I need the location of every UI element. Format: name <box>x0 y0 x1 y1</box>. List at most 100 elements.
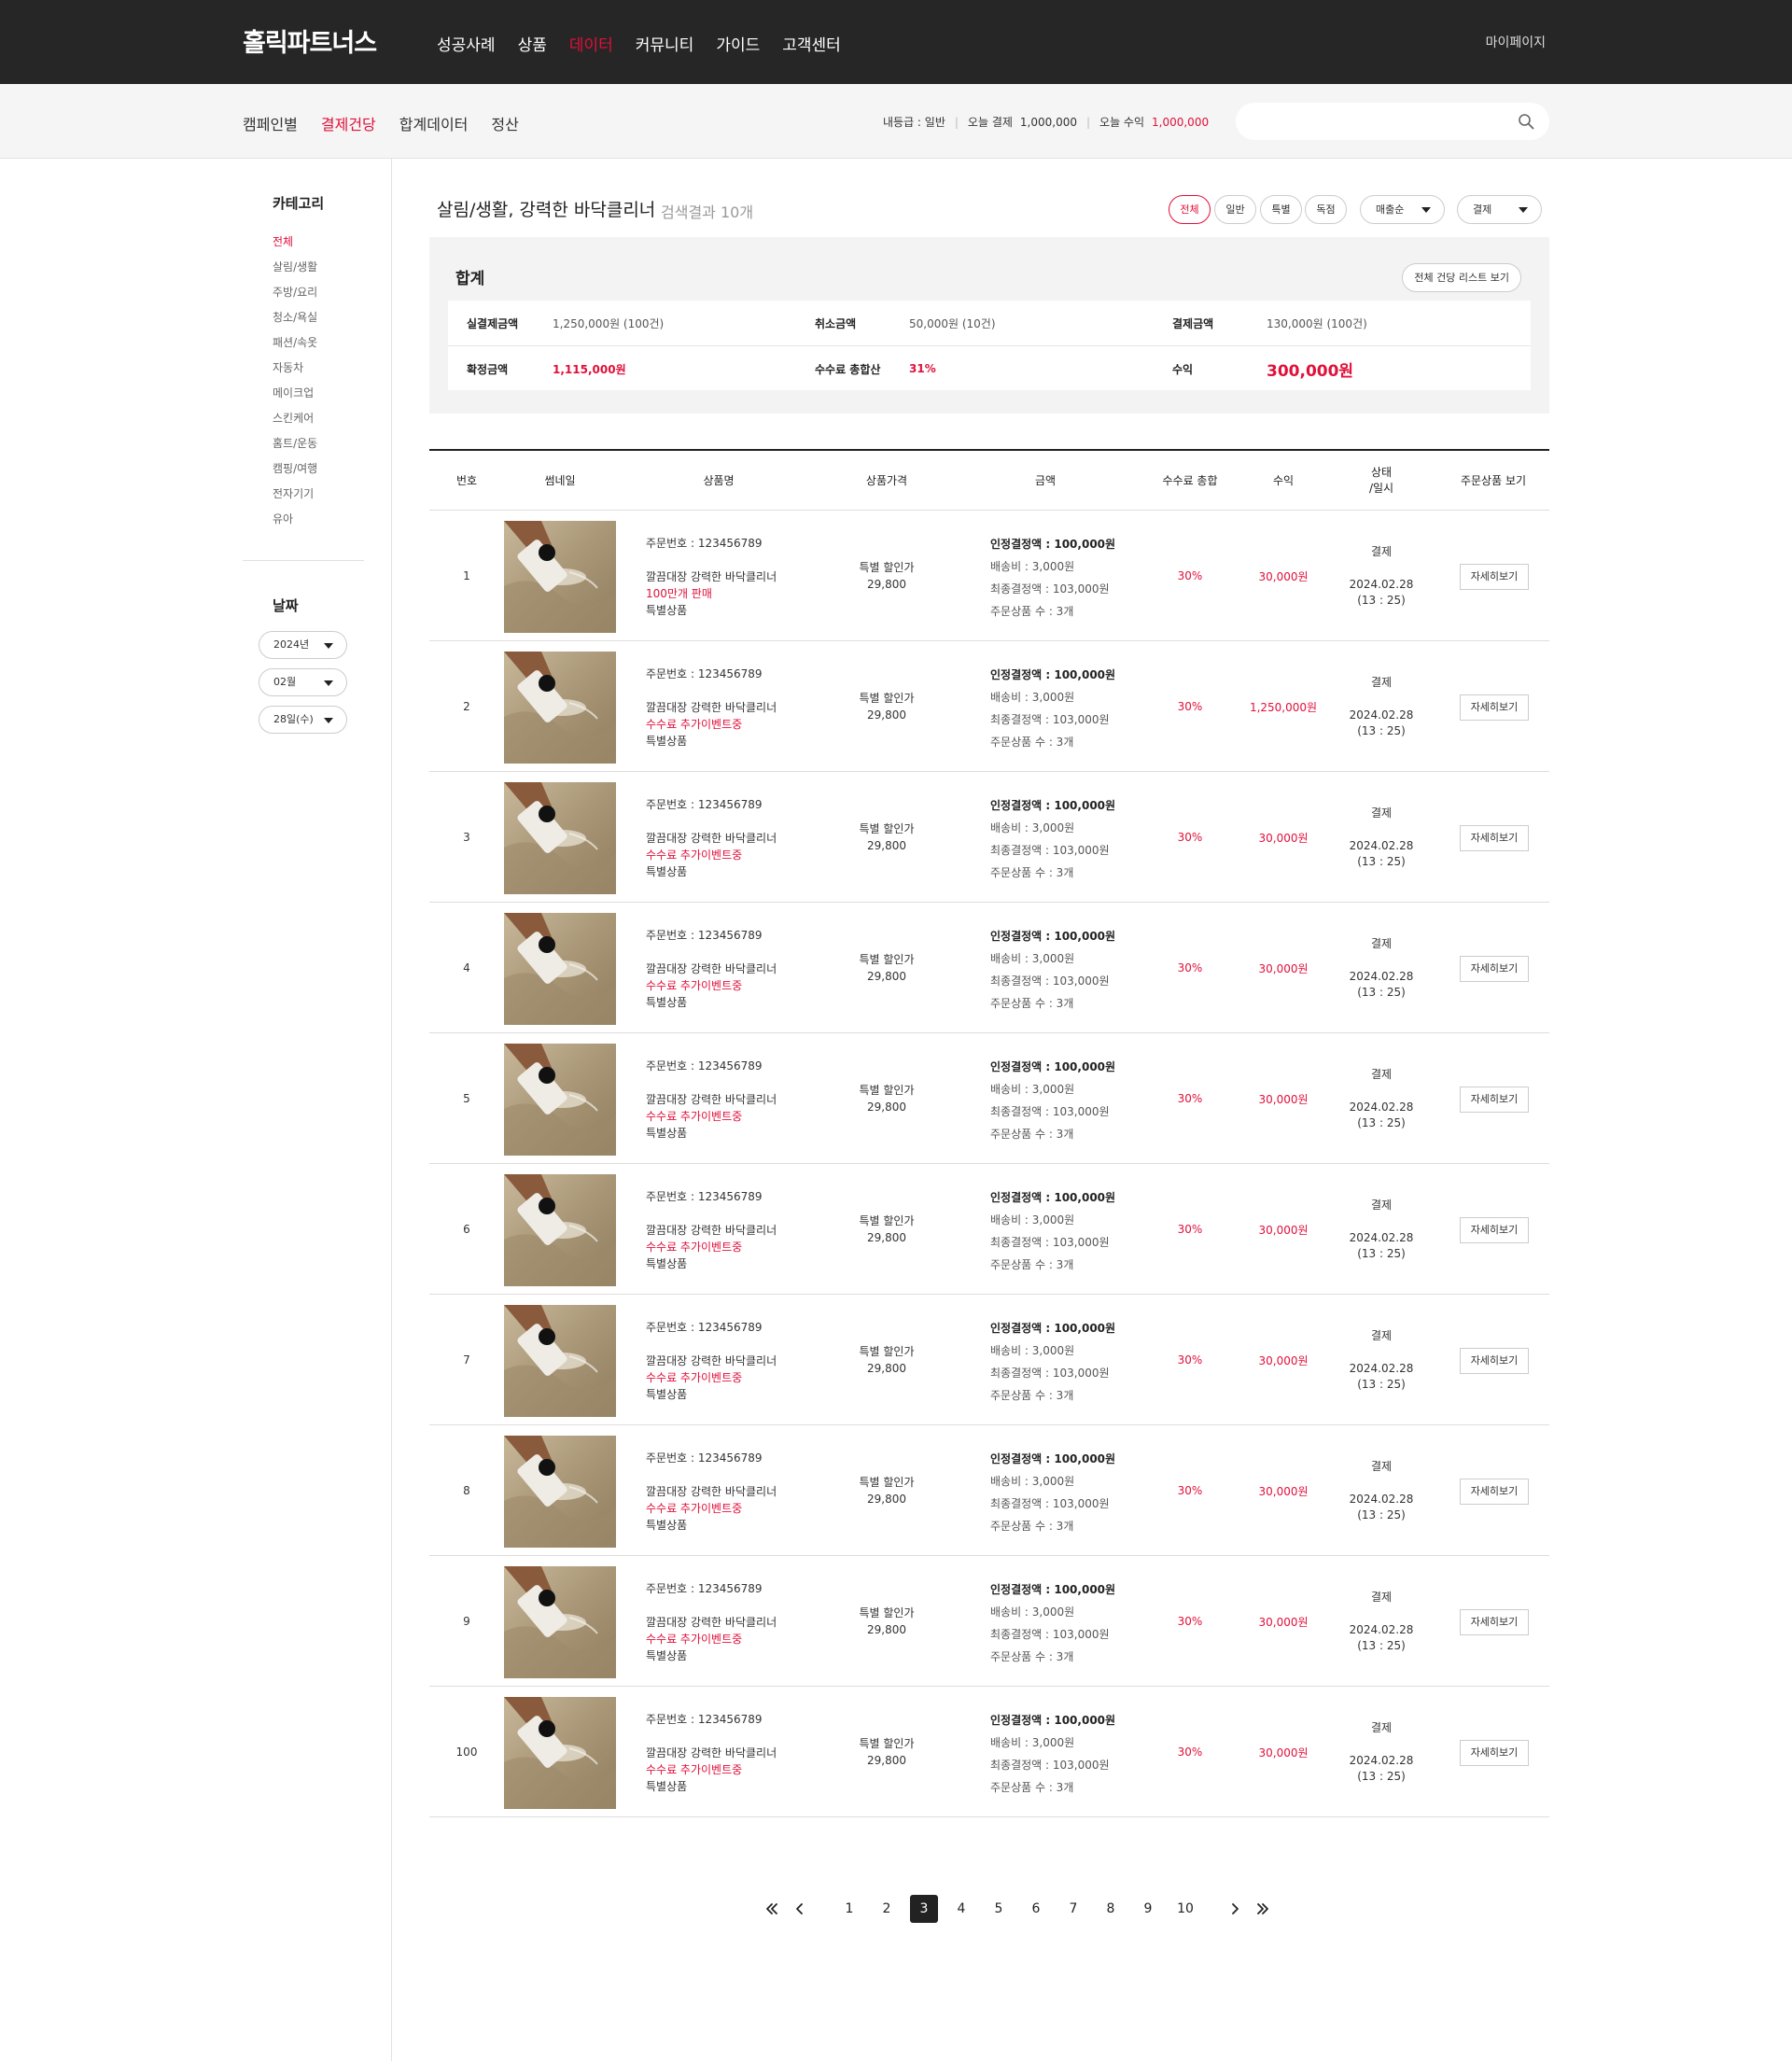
page-number[interactable]: 1 <box>835 1895 863 1923</box>
detail-button[interactable]: 자세히보기 <box>1460 1609 1529 1635</box>
filter-chip[interactable]: 특별 <box>1260 195 1302 224</box>
double-chevron-right-icon[interactable] <box>1249 1895 1277 1923</box>
page-number[interactable]: 4 <box>947 1895 975 1923</box>
search-icon[interactable] <box>1518 113 1534 130</box>
sidebar-item-category[interactable]: 홈트/운동 <box>273 435 317 460</box>
filter-chip[interactable]: 일반 <box>1214 195 1256 224</box>
product-price: 특별 할인가 29,800 <box>821 1425 952 1556</box>
detail-button[interactable]: 자세히보기 <box>1460 1740 1529 1766</box>
nav-item[interactable]: 성공사례 <box>437 32 496 55</box>
product-info: 주문번호 : 123456789 깔끔대장 강력한 바닥클리너 100만개 판매 특별… <box>646 535 777 619</box>
product-thumbnail[interactable] <box>504 1436 616 1548</box>
status-value: 결제 <box>1473 203 1492 216</box>
order-quantity: 주문상품 수 : 3개 <box>990 605 1074 618</box>
filter-chip[interactable]: 전체 <box>1169 195 1211 224</box>
nav-item[interactable]: 커뮤니티 <box>636 32 694 55</box>
status-time: (13 : 25) <box>1357 593 1406 607</box>
view-all-button[interactable]: 전체 건당 리스트 보기 <box>1402 263 1521 292</box>
product-thumbnail[interactable] <box>504 652 616 764</box>
price-wrap: 특별 할인가 29,800 <box>859 1213 914 1246</box>
subnav-tab[interactable]: 결제건당 <box>321 112 376 134</box>
subnav-tab[interactable]: 정산 <box>491 112 518 134</box>
nav-item[interactable]: 상품 <box>518 32 547 55</box>
status-time: (13 : 25) <box>1357 1638 1406 1652</box>
month-select[interactable]: 02월 <box>259 668 347 696</box>
status-info: 결제 2024.02.28 (13 : 25) <box>1325 511 1437 641</box>
page-number[interactable]: 3 <box>910 1895 938 1923</box>
subnav-tab[interactable]: 캠페인별 <box>243 112 298 134</box>
sidebar-item-category[interactable]: 캠핑/여행 <box>273 460 317 485</box>
sidebar-item-category[interactable]: 청소/욕실 <box>273 309 317 334</box>
detail-button[interactable]: 자세히보기 <box>1460 564 1529 590</box>
product-thumbnail[interactable] <box>504 1305 616 1417</box>
approved-label: 인정결정액 : <box>990 1191 1055 1204</box>
product-thumbnail[interactable] <box>504 1566 616 1678</box>
product-thumbnail-image <box>504 1044 616 1156</box>
page-number[interactable]: 10 <box>1171 1895 1199 1923</box>
product-name[interactable]: 깔끔대장 강력한 바닥클리너 <box>646 830 777 847</box>
product-name[interactable]: 깔끔대장 강력한 바닥클리너 <box>646 1614 777 1631</box>
price-value: 29,800 <box>866 1231 906 1244</box>
mypage-link[interactable]: 마이페이지 <box>1486 33 1546 51</box>
page-number[interactable]: 9 <box>1134 1895 1162 1923</box>
detail-button[interactable]: 자세히보기 <box>1460 1087 1529 1113</box>
sidebar-item-category[interactable]: 전자기기 <box>273 485 317 511</box>
sort-select[interactable]: 매출순 <box>1360 195 1445 224</box>
page-number[interactable]: 5 <box>985 1895 1013 1923</box>
sidebar-item-category[interactable]: 살림/생활 <box>273 259 317 284</box>
product-name[interactable]: 깔끔대장 강력한 바닥클리너 <box>646 699 777 716</box>
page-number[interactable]: 2 <box>873 1895 901 1923</box>
sidebar-item-category[interactable]: 자동차 <box>273 359 317 385</box>
product-thumbnail[interactable] <box>504 521 616 633</box>
sidebar-item-category[interactable]: 유아 <box>273 511 317 536</box>
product-thumbnail[interactable] <box>504 1044 616 1156</box>
product-name[interactable]: 깔끔대장 강력한 바닥클리너 <box>646 1091 777 1108</box>
day-select[interactable]: 28일(수) <box>259 706 347 734</box>
detail-button[interactable]: 자세히보기 <box>1460 694 1529 721</box>
detail-button[interactable]: 자세히보기 <box>1460 1348 1529 1374</box>
product-name[interactable]: 깔끔대장 강력한 바닥클리너 <box>646 568 777 585</box>
sidebar-item-category[interactable]: 전체 <box>273 233 317 259</box>
product-name[interactable]: 깔끔대장 강력한 바닥클리너 <box>646 1353 777 1369</box>
year-select[interactable]: 2024년 <box>259 631 347 659</box>
nav-item[interactable]: 가이드 <box>716 32 760 55</box>
approved-amount: 인정결정액 : 100,000원 <box>990 1709 1115 1732</box>
page-number[interactable]: 6 <box>1022 1895 1050 1923</box>
product-thumbnail-image <box>504 1566 616 1678</box>
chevron-right-icon[interactable] <box>1221 1895 1249 1923</box>
order-number: 주문번호 : 123456789 <box>646 1451 763 1465</box>
logo[interactable]: 홀릭파트너스 <box>243 22 377 59</box>
search-input[interactable] <box>1236 103 1497 140</box>
nav-item[interactable]: 데이터 <box>569 32 613 55</box>
detail-button[interactable]: 자세히보기 <box>1460 1479 1529 1505</box>
product-name[interactable]: 깔끔대장 강력한 바닥클리너 <box>646 960 777 977</box>
product-thumbnail[interactable] <box>504 1174 616 1286</box>
product-thumbnail[interactable] <box>504 782 616 894</box>
product-thumbnail[interactable] <box>504 1697 616 1809</box>
page-number[interactable]: 7 <box>1059 1895 1087 1923</box>
product-thumbnail-image <box>504 782 616 894</box>
nav-item[interactable]: 고객센터 <box>782 32 841 55</box>
detail-button[interactable]: 자세히보기 <box>1460 825 1529 851</box>
sidebar-item-category[interactable]: 주방/요리 <box>273 284 317 309</box>
order-quantity: 주문상품 수 : 3개 <box>990 1650 1074 1663</box>
status-select[interactable]: 결제 <box>1457 195 1542 224</box>
product-name[interactable]: 깔끔대장 강력한 바닥클리너 <box>646 1483 777 1500</box>
product-thumbnail[interactable] <box>504 913 616 1025</box>
detail-button[interactable]: 자세히보기 <box>1460 956 1529 982</box>
row-number: 3 <box>463 831 470 844</box>
detail-button[interactable]: 자세히보기 <box>1460 1217 1529 1243</box>
subnav-tab[interactable]: 합계데이터 <box>399 112 469 134</box>
filter-chip[interactable]: 독점 <box>1305 195 1347 224</box>
double-chevron-left-icon[interactable] <box>758 1895 786 1923</box>
sidebar-item-category[interactable]: 스킨케어 <box>273 410 317 435</box>
product-name[interactable]: 깔끔대장 강력한 바닥클리너 <box>646 1745 777 1761</box>
status-date: 2024.02.28 <box>1349 1361 1414 1375</box>
product-note: 수수료 추가이벤트중 <box>646 848 743 862</box>
sidebar-item-category[interactable]: 패션/속옷 <box>273 334 317 359</box>
page-number[interactable]: 8 <box>1097 1895 1125 1923</box>
chevron-left-icon[interactable] <box>786 1895 814 1923</box>
sidebar-item-category[interactable]: 메이크업 <box>273 385 317 410</box>
product-name[interactable]: 깔끔대장 강력한 바닥클리너 <box>646 1222 777 1239</box>
